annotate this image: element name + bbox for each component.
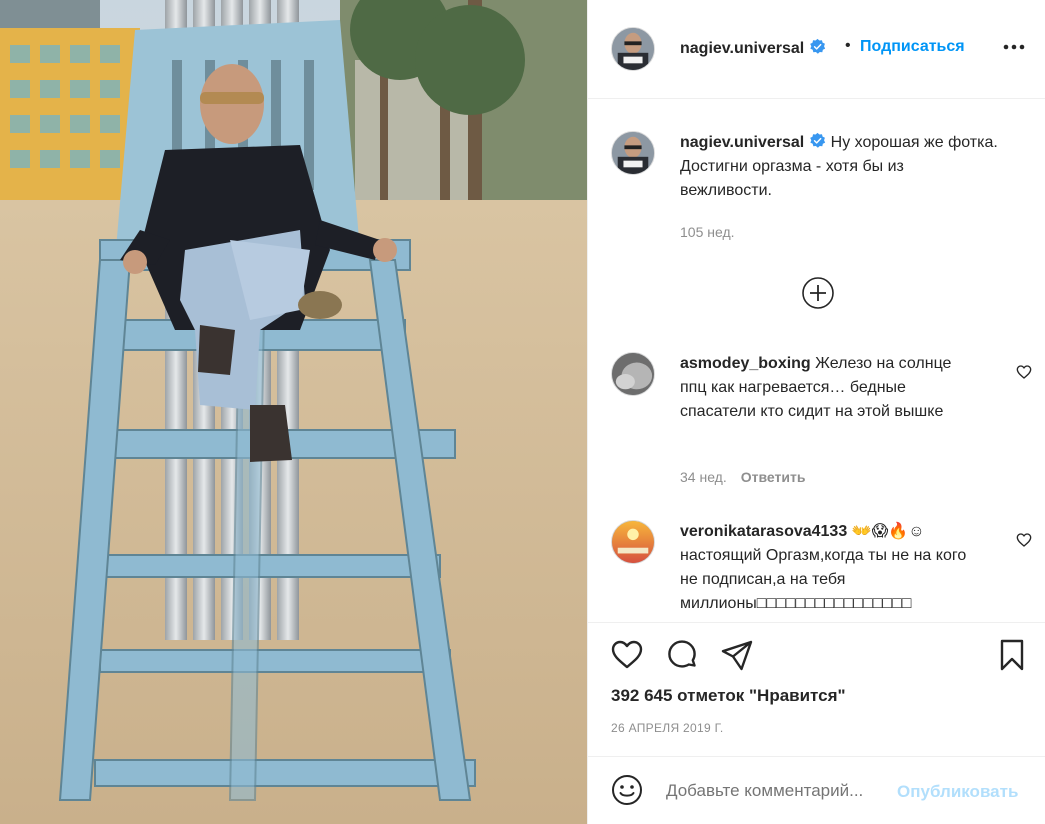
likes-count[interactable]: 392 645 отметок "Нравится" [611,686,846,706]
more-horizontal-icon[interactable] [1002,37,1026,57]
author-username[interactable]: nagiev.universal [680,38,826,58]
comment-username[interactable]: asmodey_boxing [680,355,811,372]
caption-time[interactable]: 105 нед. [680,224,735,240]
caption-body: nagiev.universal Ну хорошая же фотка. До… [680,131,998,203]
comment-meta: 34 нед. Ответить [680,469,805,485]
author-avatar[interactable] [611,27,655,71]
comment-like-icon[interactable] [1016,532,1032,548]
bookmark-icon[interactable] [995,638,1029,672]
emoji-icon[interactable] [610,773,644,807]
caption-username[interactable]: nagiev.universal [680,134,804,151]
reply-button[interactable]: Ответить [741,469,806,485]
post-header: nagiev.universal • Подписаться [588,0,1045,99]
comment-like-icon[interactable] [1016,364,1032,380]
post-photo[interactable] [0,0,587,824]
comment-username[interactable]: veronikatarasova4133 [680,523,847,540]
verified-badge-icon [810,38,826,54]
comments-list[interactable]: nagiev.universal Ну хорошая же фотка. До… [588,100,1045,622]
author-username-text[interactable]: nagiev.universal [680,40,804,57]
caption-avatar[interactable] [611,131,655,175]
comment-time[interactable]: 34 нед. [680,469,727,485]
commenter-avatar[interactable] [611,520,655,564]
comment-text: настоящий Оргазм,когда ты не на кого не … [680,547,967,612]
comment-input[interactable] [666,781,891,801]
lifeguard-chair-photo [0,0,587,824]
separator-dot: • [845,37,851,54]
comment-emoji: 👐😱🔥☺ [851,523,925,540]
share-icon[interactable] [720,638,754,672]
comment-icon[interactable] [665,638,699,672]
publish-button[interactable]: Опубликовать [897,782,1018,802]
post-sidebar: nagiev.universal • Подписаться nagiev.un… [587,0,1045,824]
follow-button[interactable]: Подписаться [860,38,965,56]
verified-badge-icon [810,132,826,148]
post-actions: 392 645 отметок "Нравится" 26 АПРЕЛЯ 201… [588,622,1045,772]
commenter-avatar[interactable] [611,352,655,396]
plus-circle-icon[interactable] [801,276,835,310]
post-date[interactable]: 26 АПРЕЛЯ 2019 Г. [611,721,724,735]
heart-icon[interactable] [610,638,644,672]
add-comment-bar: Опубликовать [588,756,1045,824]
comment-body: veronikatarasova4133 👐😱🔥☺ настоящий Орга… [680,520,970,616]
comment-body: asmodey_boxing Железо на солнце ппц как … [680,352,970,424]
